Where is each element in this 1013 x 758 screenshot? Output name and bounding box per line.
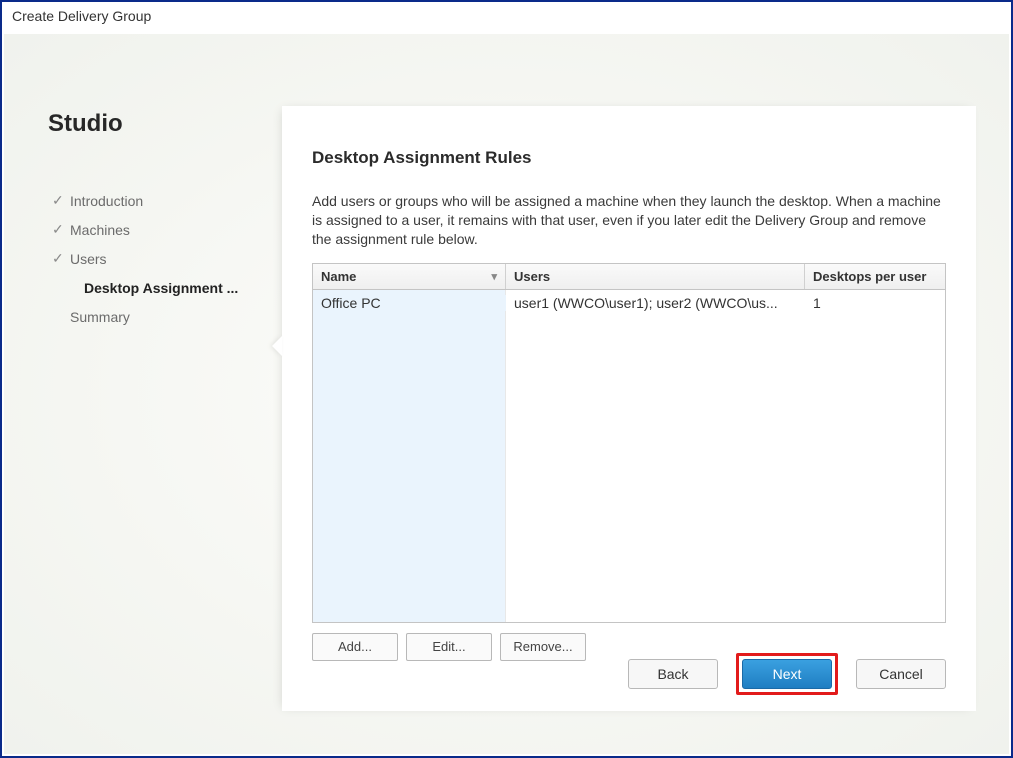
panel-heading: Desktop Assignment Rules [312, 148, 946, 168]
brand-title: Studio [48, 110, 273, 138]
remove-button[interactable]: Remove... [500, 633, 586, 661]
rules-table: Name ▾ Users Desktops per user [312, 263, 946, 623]
window-title: Create Delivery Group [2, 2, 1011, 34]
nav-label: Machines [70, 222, 130, 238]
nav-label: Users [70, 251, 107, 267]
sidebar: Studio ✓ Introduction ✓ Machines ✓ Users… [48, 110, 273, 700]
column-header-name[interactable]: Name ▾ [313, 264, 506, 289]
table-body-bg [313, 290, 945, 622]
add-button[interactable]: Add... [312, 633, 398, 661]
check-icon: ✓ [52, 221, 66, 238]
check-icon: ✓ [52, 250, 66, 267]
panel-arrow-icon [272, 336, 282, 356]
back-button[interactable]: Back [628, 659, 718, 689]
nav-label: Introduction [70, 193, 143, 209]
column-header-users[interactable]: Users [506, 264, 805, 289]
cell-dpu: 1 [805, 295, 945, 311]
cancel-button[interactable]: Cancel [856, 659, 946, 689]
nav-item-machines[interactable]: ✓ Machines [48, 215, 273, 244]
cell-users: user1 (WWCO\user1); user2 (WWCO\us... [506, 295, 805, 311]
edit-button[interactable]: Edit... [406, 633, 492, 661]
nav-item-summary[interactable]: ✓ Summary [48, 302, 273, 331]
table-header: Name ▾ Users Desktops per user [313, 264, 945, 290]
nav-item-users[interactable]: ✓ Users [48, 244, 273, 273]
nav-label: Summary [70, 309, 130, 325]
nav-item-desktop-assignment[interactable]: ✓ Desktop Assignment ... [48, 273, 273, 302]
check-icon: ✓ [52, 192, 66, 209]
column-label: Users [514, 269, 550, 284]
table-row[interactable]: Office PC user1 (WWCO\user1); user2 (WWC… [313, 290, 945, 316]
nav-list: ✓ Introduction ✓ Machines ✓ Users ✓ Desk… [48, 186, 273, 331]
next-button-highlight: Next [736, 653, 838, 695]
nav-label: Desktop Assignment ... [84, 280, 238, 296]
nav-item-introduction[interactable]: ✓ Introduction [48, 186, 273, 215]
column-label: Name [321, 269, 356, 284]
main-panel: Desktop Assignment Rules Add users or gr… [282, 106, 976, 711]
sort-down-icon: ▾ [491, 270, 497, 283]
column-label: Desktops per user [813, 269, 926, 284]
wizard-buttons: Back Next Cancel [628, 653, 946, 695]
panel-description: Add users or groups who will be assigned… [312, 192, 946, 249]
wizard-body: Studio ✓ Introduction ✓ Machines ✓ Users… [4, 34, 1009, 754]
cell-name: Office PC [313, 295, 506, 311]
next-button[interactable]: Next [742, 659, 832, 689]
column-header-desktops-per-user[interactable]: Desktops per user [805, 264, 945, 289]
